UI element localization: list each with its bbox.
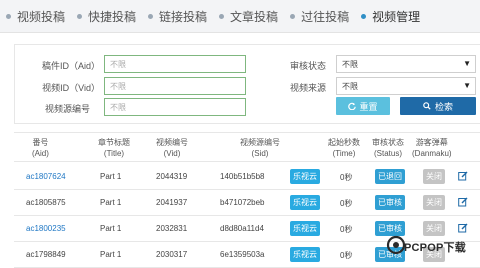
col-status: 审核状态 (Status)	[372, 138, 404, 158]
review-status-select[interactable]: 不限 ▼	[336, 55, 476, 73]
col-vid: 视频编号 (Vid)	[156, 138, 188, 158]
time-cell: 0秒	[340, 225, 353, 234]
tab-video-submit[interactable]: 视频投稿	[0, 0, 71, 33]
source-badge: 乐视云	[290, 169, 320, 184]
vid-cell: 2030317	[156, 250, 188, 259]
danmaku-toggle[interactable]: 关闭	[423, 195, 445, 210]
video-source-label: 视频来源	[289, 83, 326, 93]
tab-label: 视频投稿	[17, 9, 66, 24]
search-label: 检索	[434, 101, 453, 112]
search-icon	[423, 102, 431, 110]
dropdown-arrow-icon: ▼	[463, 59, 471, 68]
select-value: 不限	[342, 82, 358, 91]
vid-input[interactable]: 不限	[104, 77, 246, 95]
tab-link-submit[interactable]: 链接投稿	[142, 0, 213, 33]
aid-link[interactable]: ac1807624	[26, 172, 66, 181]
watermark-text: PCPOP下载	[404, 242, 466, 254]
col-title: 章节标题 (Title)	[98, 138, 130, 158]
aid-input[interactable]: 不限	[104, 55, 246, 73]
top-tab-bar: 视频投稿 快捷投稿 链接投稿 文章投稿 过往投稿 视频管理	[0, 0, 480, 33]
bullet-icon	[6, 13, 11, 19]
vid-label: 视频ID（Vid）	[42, 83, 100, 93]
bullet-icon	[361, 13, 367, 19]
source-no-label: 视频源编号	[44, 104, 90, 114]
bullet-icon	[219, 13, 225, 19]
tab-label: 视频管理	[372, 9, 421, 24]
video-source-select[interactable]: 不限 ▼	[336, 77, 476, 95]
source-badge: 乐视云	[290, 195, 320, 210]
vid-cell: 2032831	[156, 224, 188, 233]
table-row: ac1805875 Part 1 2041937 b471072beb 乐视云 …	[14, 190, 480, 216]
vid-cell: 2044319	[156, 172, 188, 181]
sid-cell: 6e1359503a	[220, 250, 265, 259]
bullet-icon	[148, 13, 154, 19]
watermark: PCPOP下载	[386, 230, 478, 260]
bullet-icon	[290, 13, 296, 19]
review-status-label: 审核状态	[289, 61, 326, 71]
title-cell: Part 1	[100, 250, 122, 259]
danmaku-toggle[interactable]: 关闭	[423, 169, 445, 184]
source-no-input[interactable]: 不限	[104, 98, 246, 116]
tab-label: 链接投稿	[159, 9, 208, 24]
reset-label: 重置	[359, 101, 378, 112]
aid-label: 稿件ID（Aid）	[41, 61, 100, 71]
title-cell: Part 1	[100, 172, 122, 181]
source-badge: 乐视云	[290, 247, 320, 262]
bullet-icon	[77, 13, 83, 19]
sid-cell: b471072beb	[220, 198, 265, 207]
refresh-icon	[348, 102, 357, 110]
time-cell: 0秒	[340, 199, 353, 208]
sid-cell: d8d80a11d4	[220, 224, 264, 233]
reset-button[interactable]: 重置	[336, 97, 390, 115]
col-aid: 番号 (Aid)	[32, 138, 49, 158]
watermark-logo-icon	[386, 235, 406, 255]
table-header: 番号 (Aid) 章节标题 (Title) 视频编号 (Vid) 视频源编号 (Sid)…	[14, 132, 480, 162]
table-row: ac1807624 Part 1 2044319 140b51b5b8 乐视云 …	[14, 164, 480, 190]
title-cell: Part 1	[100, 198, 122, 207]
col-sid: 视频源编号 (Sid)	[240, 138, 280, 158]
dropdown-arrow-icon: ▼	[463, 81, 471, 90]
status-badge: 已退回	[375, 169, 405, 184]
tab-label: 快捷投稿	[88, 9, 137, 24]
aid-link[interactable]: ac1805875	[26, 198, 66, 207]
time-cell: 0秒	[340, 251, 353, 260]
tab-video-management[interactable]: 视频管理	[355, 0, 426, 33]
select-value: 不限	[342, 60, 358, 69]
edit-icon[interactable]	[458, 197, 468, 207]
tab-label: 文章投稿	[230, 9, 279, 24]
status-badge: 已审核	[375, 195, 405, 210]
title-cell: Part 1	[100, 224, 122, 233]
time-cell: 0秒	[340, 173, 353, 182]
aid-link[interactable]: ac1800235	[26, 224, 66, 233]
sid-cell: 140b51b5b8	[220, 172, 265, 181]
source-badge: 乐视云	[290, 221, 320, 236]
tab-quick-submit[interactable]: 快捷投稿	[71, 0, 142, 33]
col-time: 起始秒数 (Time)	[328, 138, 360, 158]
tab-past-submissions[interactable]: 过往投稿	[284, 0, 355, 33]
tab-label: 过往投稿	[301, 9, 350, 24]
search-button[interactable]: 检索	[400, 97, 476, 115]
col-danmaku: 游客弹幕 (Danmaku)	[412, 138, 452, 158]
edit-icon[interactable]	[458, 171, 468, 181]
aid-link[interactable]: ac1798849	[26, 250, 66, 259]
vid-cell: 2041937	[156, 198, 188, 207]
tab-article-submit[interactable]: 文章投稿	[213, 0, 284, 33]
